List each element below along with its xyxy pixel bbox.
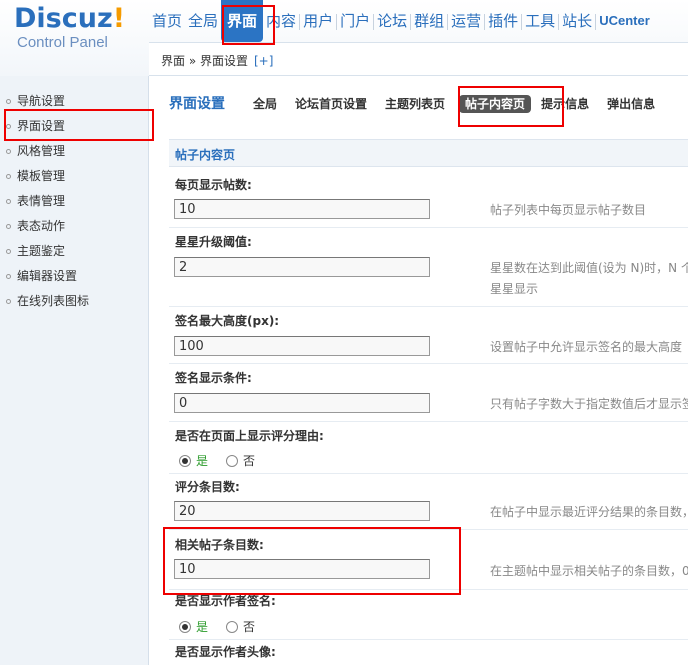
- posts-per-page-tip: 帖子列表中每页显示帖子数目: [490, 203, 647, 217]
- sidebar-item-online-list-icons[interactable]: 在线列表图标: [6, 291, 89, 311]
- nav-ucenter[interactable]: UCenter: [596, 0, 653, 42]
- bullet-icon: [6, 199, 11, 204]
- sidebar-item-label: 主题鉴定: [17, 244, 66, 258]
- tab-global[interactable]: 全局: [253, 93, 277, 115]
- show-author-signature-no-radio[interactable]: [226, 620, 239, 633]
- discuz-logo[interactable]: Discuz! Control Panel: [14, 4, 146, 60]
- sidebar-item-style-manage[interactable]: 风格管理: [6, 141, 65, 161]
- related-threads-tip: 在主题帖中显示相关帖子的条目数，0: [490, 564, 688, 578]
- signature-max-height-tip: 设置帖子中允许显示签名的最大高度: [490, 340, 683, 354]
- bullet-icon: [6, 99, 11, 104]
- sidebar-item-label: 在线列表图标: [17, 294, 90, 308]
- star-threshold-tip: 星星数在达到此阈值(设为 N)时，N 个: [490, 261, 688, 275]
- highlight-box-tab: [458, 86, 564, 127]
- nav-home[interactable]: 首页: [149, 0, 185, 42]
- section-title: 帖子内容页: [175, 148, 236, 162]
- show-rating-reason-yes-radio[interactable]: [179, 454, 191, 467]
- section-header: 帖子内容页: [169, 139, 688, 167]
- sidebar-item-label: 导航设置: [17, 94, 66, 108]
- page-title: 界面设置: [169, 96, 225, 112]
- breadcrumb: 界面 » 界面设置 [+]: [161, 52, 273, 69]
- nav-groups[interactable]: 群组: [411, 0, 447, 42]
- tab-forum-home[interactable]: 论坛首页设置: [295, 93, 367, 115]
- logo-subtitle: Control Panel: [17, 34, 108, 51]
- bullet-icon: [6, 274, 11, 279]
- radio-yes-label[interactable]: 是: [196, 618, 208, 635]
- rating-entries-label: 评分条目数:: [175, 480, 240, 494]
- bullet-icon: [6, 174, 11, 179]
- show-rating-reason-no-radio[interactable]: [226, 454, 239, 467]
- nav-global[interactable]: 全局: [185, 0, 221, 42]
- logo-bang: !: [112, 3, 126, 34]
- highlight-box-nav: [222, 5, 275, 45]
- settings-tabbar: 界面设置 全局 论坛首页设置 主题列表页 帖子内容页 提示信息 弹出信息: [169, 93, 673, 115]
- sidebar-item-label: 编辑器设置: [17, 269, 78, 283]
- signature-condition-input[interactable]: [174, 393, 430, 413]
- sidebar-item-editor-settings[interactable]: 编辑器设置: [6, 266, 77, 286]
- breadcrumb-text: 界面 » 界面设置: [161, 54, 248, 68]
- bullet-icon: [6, 299, 11, 304]
- signature-max-height-input[interactable]: [174, 336, 430, 356]
- row-divider: [169, 639, 688, 640]
- nav-operations[interactable]: 运营: [448, 0, 484, 42]
- star-threshold-tip-line2: 星星显示: [490, 282, 539, 296]
- star-threshold-input[interactable]: [174, 257, 430, 277]
- signature-max-height-label: 签名最大高度(px):: [175, 314, 280, 328]
- radio-no-label[interactable]: 否: [243, 452, 255, 469]
- add-shortcut-link[interactable]: [+]: [254, 54, 273, 68]
- sidebar-item-emoticon-manage[interactable]: 表情管理: [6, 191, 65, 211]
- rating-entries-input[interactable]: [174, 501, 430, 521]
- tab-thread-list[interactable]: 主题列表页: [385, 93, 445, 115]
- row-divider: [169, 306, 688, 307]
- sidebar-item-thread-rating[interactable]: 主题鉴定: [6, 241, 65, 261]
- sidebar-item-template-manage[interactable]: 模板管理: [6, 166, 65, 186]
- rating-entries-tip: 在帖子中显示最近评分结果的条目数，: [490, 505, 688, 519]
- sidebar-item-label: 风格管理: [17, 144, 66, 158]
- radio-yes-label[interactable]: 是: [196, 452, 208, 469]
- sidebar-item-label: 表情管理: [17, 194, 66, 208]
- posts-per-page-label: 每页显示帖数:: [175, 178, 252, 192]
- nav-forum[interactable]: 论坛: [374, 0, 410, 42]
- row-divider: [169, 363, 688, 364]
- sidebar: 导航设置 界面设置 风格管理 模板管理 表情管理 表态动作 主题鉴定 编辑器设置…: [0, 76, 149, 665]
- show-author-signature-radio-group: 是 否: [179, 618, 255, 635]
- row-divider: [169, 421, 688, 422]
- logo-text: Discuz: [14, 3, 113, 34]
- signature-condition-tip: 只有帖子字数大于指定数值后才显示签: [490, 397, 688, 411]
- nav-portal[interactable]: 门户: [337, 0, 373, 42]
- star-threshold-label: 星星升级阈值:: [175, 235, 252, 249]
- show-rating-reason-radio-group: 是 否: [179, 452, 255, 469]
- row-divider: [169, 227, 688, 228]
- show-author-signature-yes-radio[interactable]: [179, 620, 191, 633]
- sidebar-item-label: 表态动作: [17, 219, 66, 233]
- tab-popup-info[interactable]: 弹出信息: [607, 93, 655, 115]
- nav-plugins[interactable]: 插件: [485, 0, 521, 42]
- breadcrumb-bar: 界面 » 界面设置 [+]: [149, 42, 688, 76]
- radio-no-label[interactable]: 否: [243, 618, 255, 635]
- row-divider: [169, 473, 688, 474]
- bullet-icon: [6, 149, 11, 154]
- bullet-icon: [6, 224, 11, 229]
- nav-users[interactable]: 用户: [300, 0, 336, 42]
- sidebar-item-reaction-actions[interactable]: 表态动作: [6, 216, 65, 236]
- show-rating-reason-label: 是否在页面上显示评分理由:: [175, 429, 324, 443]
- sidebar-item-nav-settings[interactable]: 导航设置: [6, 91, 65, 111]
- show-author-avatar-label: 是否显示作者头像:: [175, 645, 276, 659]
- highlight-box-related-threads: [163, 527, 461, 595]
- sidebar-item-label: 模板管理: [17, 169, 66, 183]
- highlight-box-sidebar: [4, 109, 154, 141]
- nav-tools[interactable]: 工具: [522, 0, 558, 42]
- bullet-icon: [6, 249, 11, 254]
- nav-webmaster[interactable]: 站长: [559, 0, 595, 42]
- posts-per-page-input[interactable]: [174, 199, 430, 219]
- signature-condition-label: 签名显示条件:: [175, 371, 252, 385]
